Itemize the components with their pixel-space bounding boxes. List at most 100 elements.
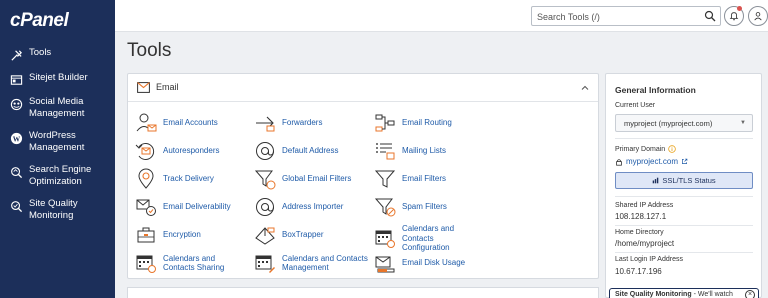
email-routing-icon [375, 114, 395, 132]
email-filters-icon [374, 170, 396, 188]
primary-domain-link[interactable]: myproject.com [615, 157, 688, 166]
shared-ip-label: Shared IP Address [615, 202, 674, 209]
tool-email-filters[interactable]: Email Filters [374, 168, 446, 190]
current-user-value: myproject (myproject.com) [624, 119, 713, 128]
svg-text:W: W [12, 134, 20, 143]
banner-text: Site Quality Monitoring - We'll watch [615, 291, 733, 298]
sidebar-item-wordpress[interactable]: W WordPress Management [0, 127, 115, 157]
tool-label: Encryption [163, 230, 201, 240]
tool-label: Address Importer [282, 202, 344, 212]
tool-label: Spam Filters [402, 202, 447, 212]
tool-label: Calendars and Contacts Configuration [402, 224, 455, 252]
sidebar-item-social-media[interactable]: Social Media Management [0, 93, 115, 123]
divider [615, 196, 753, 197]
boxtrapper-icon [255, 227, 275, 245]
autoresponders-icon [135, 143, 155, 160]
sidebar-item-label: WordPress Management [29, 130, 85, 153]
tool-address-importer[interactable]: Address Importer [254, 196, 343, 218]
tool-label: Track Delivery [163, 174, 214, 184]
general-information-panel: General Information Current User myproje… [605, 73, 762, 298]
current-user-label: Current User [615, 102, 656, 109]
bar-chart-icon [653, 177, 659, 184]
default-address-icon [256, 142, 274, 160]
sidebar-item-label: Site Quality Monitoring [29, 198, 78, 221]
ssl-tls-status-button[interactable]: SSL/TLS Status [615, 172, 753, 189]
sidebar-nav: Tools Sitejet Builder Social Media Manag… [0, 44, 115, 225]
search-input[interactable] [537, 9, 702, 24]
sidebar-item-site-quality[interactable]: Site Quality Monitoring [0, 195, 115, 225]
tool-email-disk-usage[interactable]: Email Disk Usage [374, 252, 465, 274]
tool-label: Calendars and Contacts Sharing [163, 253, 225, 273]
sidebar-item-tools[interactable]: Tools [0, 44, 115, 65]
mailing-lists-icon [376, 143, 395, 160]
email-panel-title: Email [156, 82, 179, 92]
current-user-select[interactable]: myproject (myproject.com) ▼ [615, 114, 753, 132]
address-importer-icon [256, 198, 274, 216]
social-media-icon [9, 97, 23, 111]
tool-email-routing[interactable]: Email Routing [374, 112, 452, 134]
home-directory-value: /home/myproject [615, 239, 675, 248]
seo-icon [9, 165, 23, 179]
tool-label: Default Address [282, 146, 339, 156]
home-directory-label: Home Directory [615, 229, 664, 236]
external-link-icon [682, 158, 688, 164]
site-quality-monitoring-banner[interactable]: Site Quality Monitoring - We'll watch × [609, 288, 759, 298]
tool-forwarders[interactable]: Forwarders [254, 112, 322, 134]
sidebar-item-seo[interactable]: Search Engine Optimization [0, 161, 115, 191]
tool-mailing-lists[interactable]: Mailing Lists [374, 140, 446, 162]
info-title: General Information [615, 85, 696, 95]
email-panel: Email Email Accounts Forwarders Email Ro… [127, 73, 599, 279]
cpanel-logo[interactable]: cPanel [10, 10, 69, 32]
tool-label: Email Routing [402, 118, 452, 128]
notifications-button[interactable] [724, 6, 744, 26]
sidebar-item-sitejet[interactable]: Sitejet Builder [0, 69, 115, 90]
spam-filters-icon [374, 198, 396, 217]
tool-label: Forwarders [282, 118, 323, 128]
last-login-value: 10.67.17.196 [615, 267, 662, 276]
divider [615, 138, 753, 139]
global-email-filters-icon [254, 170, 276, 190]
tool-calendars-config[interactable]: Calendars and Contacts Configuration [374, 224, 482, 253]
info-icon[interactable] [668, 145, 676, 153]
primary-domain-label: Primary Domain [615, 145, 666, 153]
tool-email-accounts[interactable]: Email Accounts [135, 112, 218, 134]
notification-badge [737, 6, 742, 11]
tool-boxtrapper[interactable]: BoxTrapper [254, 224, 324, 246]
last-login-label: Last Login IP Address [615, 256, 683, 263]
envelope-icon [137, 82, 150, 93]
tool-autoresponders[interactable]: Autoresponders [135, 140, 219, 162]
email-disk-usage-icon [375, 256, 395, 273]
sidebar-item-label: Tools [29, 47, 52, 58]
ssl-tls-status-label: SSL/TLS Status [662, 176, 716, 185]
email-accounts-icon [136, 113, 157, 132]
shared-ip-value: 108.128.127.1 [615, 212, 667, 221]
tool-label: Email Accounts [163, 118, 218, 128]
search-box[interactable] [531, 6, 721, 26]
chevron-up-icon[interactable] [581, 84, 589, 92]
tool-label: Email Filters [402, 174, 447, 184]
tool-calendars-management[interactable]: Calendars and Contacts Management [254, 252, 372, 274]
search-icon[interactable] [704, 10, 716, 22]
close-icon[interactable]: × [745, 290, 755, 298]
page-title: Tools [127, 40, 172, 61]
sitejet-icon [9, 73, 23, 87]
tool-default-address[interactable]: Default Address [254, 140, 338, 162]
tool-email-deliverability[interactable]: Email Deliverability [135, 196, 231, 218]
email-deliverability-icon [136, 199, 156, 216]
track-delivery-icon [138, 168, 154, 189]
tool-spam-filters[interactable]: Spam Filters [374, 196, 447, 218]
banner-bold-text: Site Quality Monitoring [615, 291, 692, 298]
tool-label: Email Deliverability [163, 202, 231, 212]
calendars-config-icon [375, 230, 395, 249]
site-quality-icon [9, 199, 23, 213]
tool-track-delivery[interactable]: Track Delivery [135, 168, 214, 190]
tool-encryption[interactable]: Encryption [135, 224, 201, 246]
topbar [115, 0, 768, 32]
sidebar-item-label: Search Engine Optimization [29, 164, 92, 187]
tool-label: Mailing Lists [402, 146, 447, 156]
tool-global-email-filters[interactable]: Global Email Filters [254, 168, 351, 190]
tool-calendars-sharing[interactable]: Calendars and Contacts Sharing [135, 252, 245, 274]
email-panel-header[interactable]: Email [128, 74, 598, 102]
user-menu-button[interactable] [748, 6, 768, 26]
tools-icon [9, 48, 23, 62]
